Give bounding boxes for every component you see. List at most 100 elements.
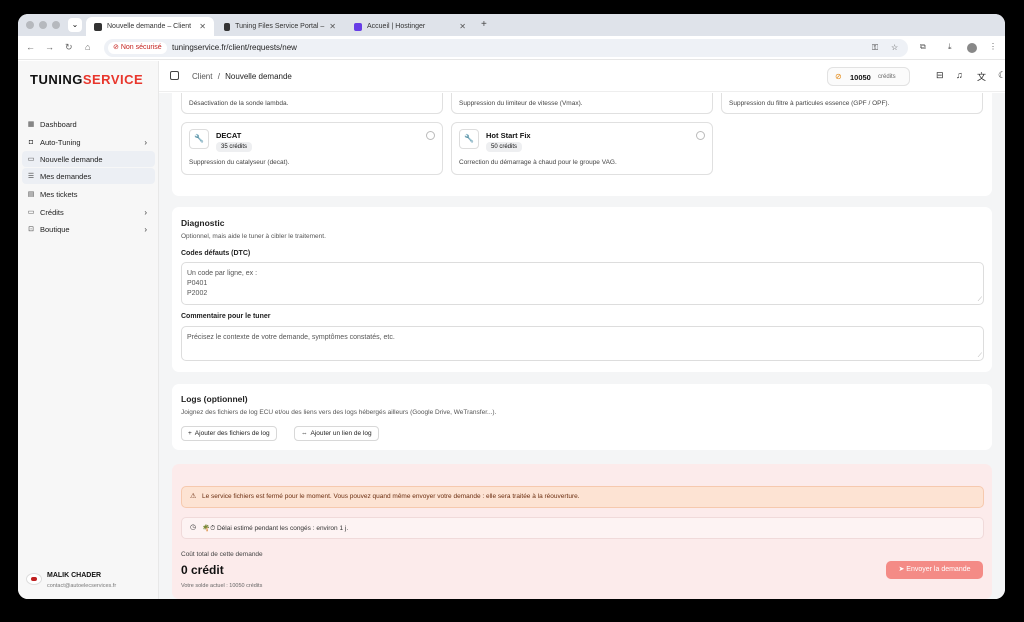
user-profile[interactable]: MALIK CHADER contact@autoelecservices.fr: [26, 569, 154, 593]
card-icon: ▭: [27, 209, 35, 216]
sidebar-item-label: Dashboard: [40, 119, 77, 129]
sidebar: TUNINGSERVICE ▦ Dashboard ◘ Auto-Tuning …: [18, 61, 159, 599]
breadcrumb-client[interactable]: Client: [192, 72, 212, 81]
site-favicon-icon: [94, 22, 102, 31]
sidebar-item-label: Auto-Tuning: [40, 137, 81, 147]
option-desc: Suppression du limiteur de vitesse (Vmax…: [459, 100, 583, 107]
reload-icon[interactable]: ↻: [65, 42, 73, 53]
sidebar-item-label: Crédits: [40, 207, 64, 217]
sidebar-item-label: Boutique: [40, 224, 70, 234]
close-window-button[interactable]: [26, 21, 34, 29]
close-tab-icon[interactable]: ✕: [329, 22, 336, 31]
url-input[interactable]: ⊘ Non sécurisé tuningservice.fr/client/r…: [104, 39, 908, 57]
sidebar-item-auto-tuning[interactable]: ◘ Auto-Tuning ›: [22, 134, 155, 150]
submit-card: ⚠ Le service fichiers est fermé pour le …: [172, 464, 992, 599]
option-card-hot-start-fix[interactable]: 🔧 Hot Start Fix 50 crédits Correction du…: [451, 122, 713, 175]
app-logo[interactable]: TUNINGSERVICE: [30, 72, 143, 87]
options-card: Désactivation de la sonde lambda. Suppre…: [172, 93, 992, 196]
service-closed-text: Le service fichiers est fermé pour le mo…: [202, 493, 580, 500]
logs-title: Logs (optionnel): [181, 394, 248, 404]
tab-bar: ⌄ Nouvelle demande – Client ✕ Tuning Fil…: [18, 14, 1005, 36]
credits-value: 10050: [850, 73, 871, 82]
sidebar-item-nouvelle-demande[interactable]: ▭ Nouvelle demande: [22, 151, 155, 167]
sidebar-item-mes-tickets[interactable]: ▤ Mes tickets: [22, 186, 155, 202]
credits-balance-button[interactable]: ⊘ 10050 crédits: [827, 67, 910, 86]
cost-value: 0 crédit: [181, 563, 224, 577]
option-radio[interactable]: [696, 131, 705, 140]
user-email: contact@autoelecservices.fr: [47, 583, 117, 589]
tab-nouvelle-demande[interactable]: Nouvelle demande – Client ✕: [86, 17, 214, 36]
bookmark-star-icon[interactable]: ☆: [891, 43, 898, 52]
main-content: Désactivation de la sonde lambda. Suppre…: [159, 93, 1005, 599]
add-log-files-button[interactable]: + Ajouter des fichiers de log: [181, 426, 277, 441]
option-desc: Suppression du filtre à particules essen…: [729, 100, 890, 107]
sidebar-toggle-icon[interactable]: [170, 71, 179, 80]
user-name: MALIK CHADER: [47, 572, 102, 579]
site-favicon-icon: [224, 22, 231, 31]
home-icon[interactable]: ⌂: [85, 42, 90, 52]
credits-unit: crédits: [878, 74, 896, 80]
option-title: Hot Start Fix: [486, 131, 531, 140]
sidebar-item-dashboard[interactable]: ▦ Dashboard: [22, 116, 155, 132]
plus-icon: +: [188, 430, 192, 437]
add-log-link-label: Ajouter un lien de log: [310, 430, 372, 437]
minimize-window-button[interactable]: [39, 21, 47, 29]
sidebar-item-credits[interactable]: ▭ Crédits ›: [22, 204, 155, 220]
close-tab-icon[interactable]: ✕: [199, 22, 206, 31]
tab-hostinger[interactable]: Accueil | Hostinger ✕: [346, 17, 474, 36]
option-card-vmax[interactable]: Suppression du limiteur de vitesse (Vmax…: [451, 93, 713, 114]
zoom-window-button[interactable]: [52, 21, 60, 29]
ticket-icon: ▤: [27, 191, 35, 198]
sidebar-item-boutique[interactable]: ⊡ Boutique ›: [22, 221, 155, 237]
option-card-decat[interactable]: 🔧 DECAT 35 crédits Suppression du cataly…: [181, 122, 443, 175]
cart-icon[interactable]: ⊟: [936, 70, 944, 81]
option-desc: Désactivation de la sonde lambda.: [189, 100, 289, 107]
diagnostic-title: Diagnostic: [181, 218, 225, 228]
dashboard-icon: ▦: [27, 121, 35, 128]
new-tab-icon[interactable]: +: [481, 19, 487, 30]
option-card-gpf[interactable]: Suppression du filtre à particules essen…: [721, 93, 983, 114]
dtc-label: Codes défauts (DTC): [181, 250, 251, 257]
top-header: Client / Nouvelle demande ⊘ 10050 crédit…: [159, 61, 1005, 92]
profile-avatar[interactable]: [967, 43, 977, 53]
sidebar-item-mes-demandes[interactable]: ☰ Mes demandes: [22, 168, 155, 184]
chip-icon: ◘: [28, 138, 34, 146]
logs-subtitle: Joignez des fichiers de log ECU et/ou de…: [181, 409, 497, 416]
forward-icon[interactable]: →: [45, 42, 54, 52]
warning-icon: ⚠: [190, 493, 197, 500]
diagnostic-subtitle: Optionnel, mais aide le tuner à cibler l…: [181, 233, 326, 240]
dtc-textarea[interactable]: Un code par ligne, ex : P0401 P2002: [181, 262, 984, 305]
close-tab-icon[interactable]: ✕: [459, 22, 466, 31]
sidebar-item-label: Nouvelle demande: [40, 154, 103, 164]
sidebar-item-label: Mes tickets: [40, 189, 78, 199]
shop-icon: ⊡: [28, 226, 34, 233]
password-key-icon[interactable]: ⚿: [872, 43, 878, 53]
add-log-link-button[interactable]: ⇔ Ajouter un lien de log: [294, 426, 379, 441]
sidebar-item-label: Mes demandes: [40, 171, 92, 181]
chevron-right-icon: ›: [144, 224, 147, 234]
breadcrumb-separator: /: [217, 72, 220, 81]
bell-icon[interactable]: ♫: [956, 70, 963, 80]
browser-window: ⌄ Nouvelle demande – Client ✕ Tuning Fil…: [18, 14, 1005, 599]
list-icon: ☰: [27, 173, 35, 180]
back-icon[interactable]: ←: [26, 42, 35, 52]
chevron-right-icon: ›: [144, 207, 147, 217]
security-badge[interactable]: ⊘ Non sécurisé: [108, 42, 167, 54]
moon-icon[interactable]: ☾: [998, 70, 1005, 81]
option-card-lambda[interactable]: Désactivation de la sonde lambda.: [181, 93, 443, 114]
download-icon[interactable]: ⤓: [948, 42, 952, 52]
translate-icon[interactable]: 文: [977, 70, 986, 83]
option-radio[interactable]: [426, 131, 435, 140]
link-icon: ⊘: [835, 72, 842, 81]
extensions-icon[interactable]: ⧉: [920, 42, 926, 52]
tab-search-icon[interactable]: ⌄: [68, 18, 82, 32]
option-desc: Suppression du catalyseur (decat).: [189, 159, 290, 166]
service-closed-alert: ⚠ Le service fichiers est fermé pour le …: [181, 486, 984, 508]
send-request-label: Envoyer la demande: [906, 566, 971, 573]
menu-kebab-icon[interactable]: ⋮: [989, 42, 997, 51]
comment-textarea[interactable]: Précisez le contexte de votre demande, s…: [181, 326, 984, 361]
breadcrumb: Client / Nouvelle demande: [192, 72, 292, 81]
send-request-button[interactable]: ➤ Envoyer la demande: [886, 561, 983, 579]
breadcrumb-current: Nouvelle demande: [225, 72, 292, 81]
tab-tuning-files[interactable]: Tuning Files Service Portal – ✕: [216, 17, 344, 36]
